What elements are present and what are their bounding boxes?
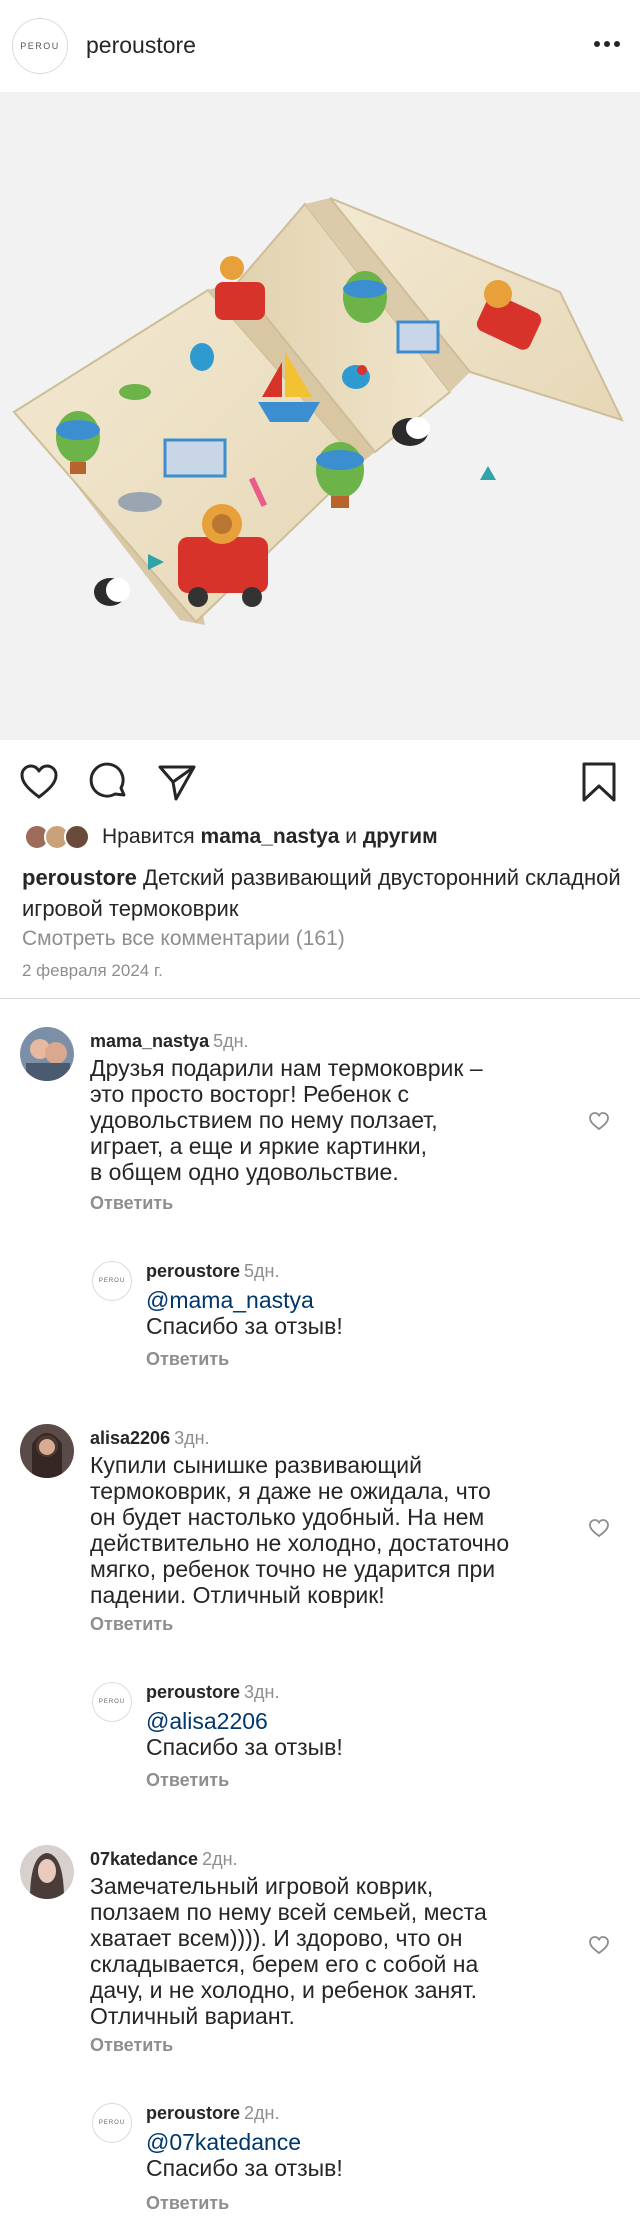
reply-time: 3дн. (244, 1682, 280, 1702)
comment-thread: mama_nastya 5дн. Друзья подарили нам терм… (0, 1025, 640, 1369)
reply-logo-text: PEROU (98, 1699, 126, 1705)
reply-user[interactable]: peroustore (146, 2103, 240, 2123)
liker-username[interactable]: mama_nastya (201, 825, 340, 848)
reply-username[interactable]: peroustore 5дн. (146, 1261, 280, 1282)
reply-text: Спасибо за отзыв! (146, 1734, 343, 1760)
comment-like-heart-icon[interactable] (588, 1518, 610, 1538)
view-all-comments-link[interactable]: Смотреть все комментарии (161) (22, 927, 345, 951)
comment-user[interactable]: alisa2206 (90, 1428, 170, 1448)
comment-text: Замечательный игровой коврик, ползаем по… (90, 1873, 487, 2029)
bookmark-icon[interactable] (578, 761, 620, 803)
liker-avatar (64, 824, 90, 850)
reply-time: 5дн. (244, 1261, 280, 1281)
post-date: 2 февраля 2024 г. (22, 961, 163, 980)
comment-time: 3дн. (174, 1428, 210, 1448)
reply-logo-text: PEROU (98, 1278, 126, 1284)
divider (0, 998, 640, 999)
post-header: PEROU peroustore (0, 0, 640, 92)
reply-user[interactable]: peroustore (146, 1261, 240, 1281)
reply-username[interactable]: peroustore 3дн. (146, 1682, 280, 1703)
reply-logo-text: PEROU (98, 2120, 126, 2126)
commenter-avatar[interactable] (20, 1845, 74, 1899)
reply-button[interactable]: Ответить (90, 2035, 173, 2056)
reply-time: 2дн. (244, 2103, 280, 2123)
reply-button[interactable]: Ответить (146, 1770, 229, 1791)
comment-like-heart-icon[interactable] (588, 1935, 610, 1955)
more-horizontal-icon[interactable] (592, 34, 622, 54)
reply-text: Спасибо за отзыв! (146, 1313, 343, 1339)
comment-user[interactable]: mama_nastya (90, 1031, 209, 1051)
heart-icon[interactable] (18, 761, 60, 803)
reply-username[interactable]: peroustore 2дн. (146, 2103, 280, 2124)
comment-username[interactable]: mama_nastya 5дн. (90, 1031, 249, 1052)
reply-mention[interactable]: @alisa2206 (146, 1708, 268, 1734)
caption-username[interactable]: peroustore (22, 865, 137, 890)
instagram-post-page: PEROU peroustore Нравится mama_nastya и … (0, 0, 640, 2233)
comment-text: Друзья подарили нам термоковрик – это пр… (90, 1055, 483, 1185)
comment-user[interactable]: 07katedance (90, 1849, 198, 1869)
comment-thread: 07katedance 2дн. Замечательный игровой ко… (0, 1843, 640, 2223)
store-logo-text: PEROU (20, 41, 60, 51)
likes-others-link[interactable]: другим (363, 825, 438, 848)
play-mat-illustration (12, 197, 624, 625)
comment-username[interactable]: 07katedance 2дн. (90, 1849, 238, 1870)
likes-row[interactable]: Нравится mama_nastya и другим (24, 820, 438, 854)
header-username[interactable]: peroustore (86, 32, 196, 59)
store-avatar[interactable]: PEROU (12, 18, 68, 74)
send-icon[interactable] (156, 761, 198, 803)
post-actions (0, 755, 640, 807)
commenter-avatar[interactable] (20, 1424, 74, 1478)
reply-avatar[interactable]: PEROU (92, 1261, 132, 1301)
comment-like-heart-icon[interactable] (588, 1111, 610, 1131)
liker-avatars (24, 822, 94, 852)
reply-button[interactable]: Ответить (90, 1614, 173, 1635)
comment-username[interactable]: alisa2206 3дн. (90, 1428, 210, 1449)
post-caption: peroustore Детский развивающий двусторон… (22, 862, 622, 924)
reply-user[interactable]: peroustore (146, 1682, 240, 1702)
post-image[interactable] (0, 92, 640, 740)
comment-time: 2дн. (202, 1849, 238, 1869)
reply-button[interactable]: Ответить (146, 2193, 229, 2214)
comment-text: Купили сынишке развивающий термоковрик, … (90, 1452, 510, 1608)
likes-prefix: Нравится (102, 825, 195, 848)
reply-avatar[interactable]: PEROU (92, 2103, 132, 2143)
commenter-avatar[interactable] (20, 1027, 74, 1081)
likes-text: Нравится mama_nastya и другим (102, 825, 438, 849)
comment-time: 5дн. (213, 1031, 249, 1051)
reply-mention[interactable]: @07katedance (146, 2129, 301, 2155)
reply-button[interactable]: Ответить (146, 1349, 229, 1370)
likes-and: и (345, 825, 358, 848)
reply-text: Спасибо за отзыв! (146, 2155, 343, 2181)
reply-button[interactable]: Ответить (90, 1193, 173, 1214)
reply-mention[interactable]: @mama_nastya (146, 1287, 314, 1313)
comment-icon[interactable] (88, 761, 130, 803)
comment-thread: alisa2206 3дн. Купили сынишке развивающий… (0, 1422, 640, 1792)
reply-avatar[interactable]: PEROU (92, 1682, 132, 1722)
